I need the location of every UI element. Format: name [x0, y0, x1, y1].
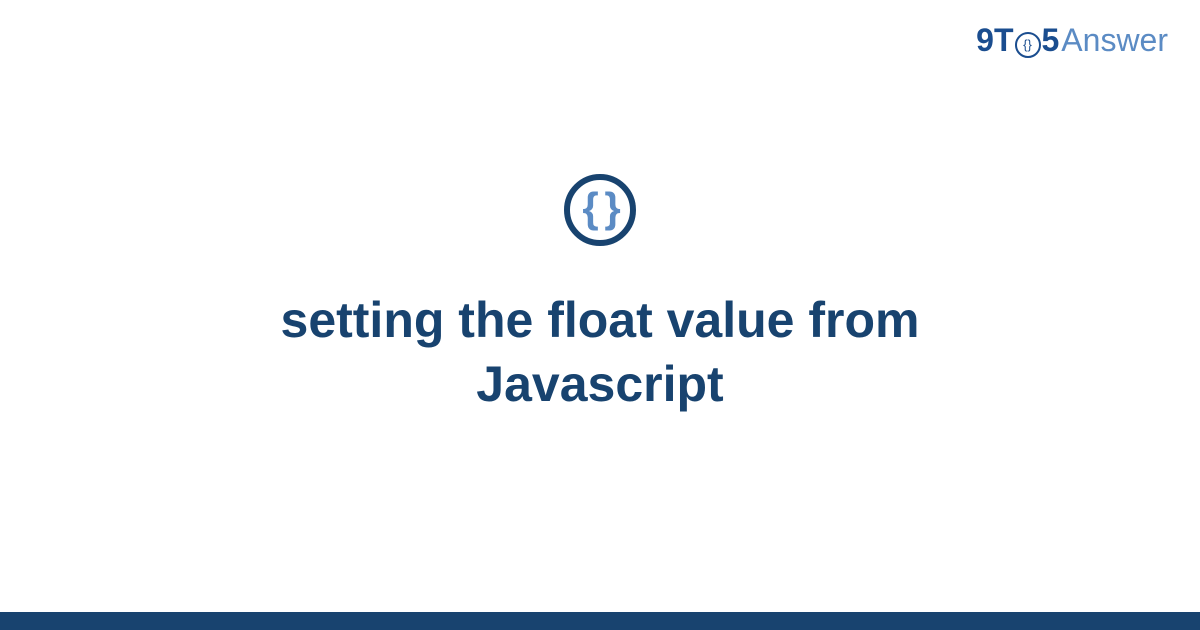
- page-title: setting the float value from Javascript: [150, 288, 1050, 416]
- braces-icon: { }: [582, 187, 617, 229]
- footer-accent-bar: [0, 612, 1200, 630]
- main-content: { } setting the float value from Javascr…: [0, 0, 1200, 630]
- category-icon: { }: [564, 174, 636, 246]
